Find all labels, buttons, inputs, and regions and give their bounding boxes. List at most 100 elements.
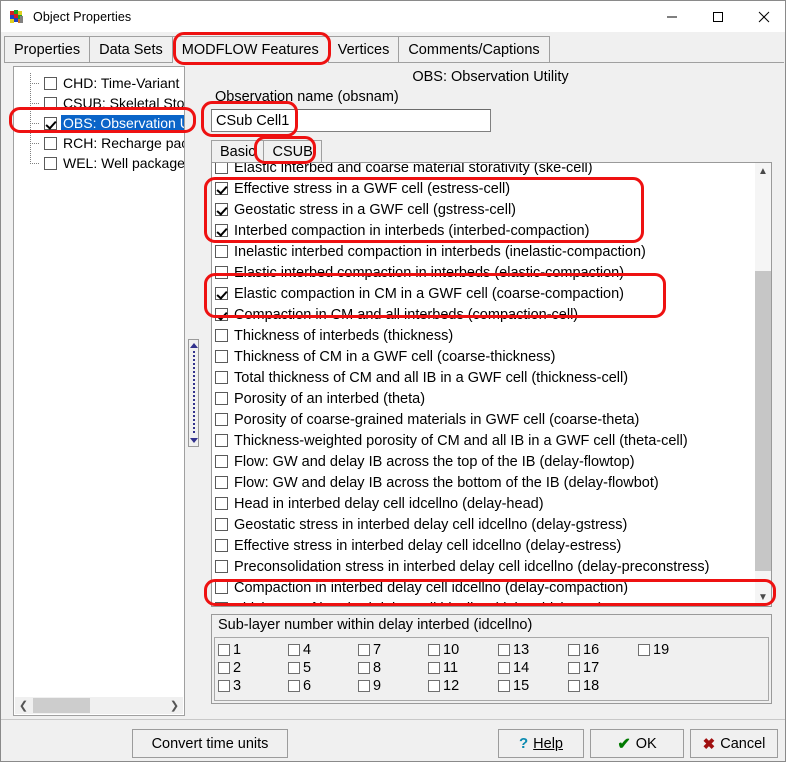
sublayer-checkbox[interactable] (638, 644, 650, 656)
sublayer-checkbox[interactable] (288, 662, 300, 674)
list-item-checkbox[interactable] (215, 413, 228, 426)
sublayer-checkbox[interactable] (288, 644, 300, 656)
minimize-icon[interactable] (649, 1, 695, 32)
sublayer-item[interactable]: 17 (568, 659, 638, 677)
list-item[interactable]: Interbed compaction in interbeds (interb… (212, 220, 755, 241)
sublayer-checkbox[interactable] (358, 644, 370, 656)
list-item-checkbox[interactable] (215, 182, 228, 195)
list-item-checkbox[interactable] (215, 266, 228, 279)
list-item[interactable]: Thickness of interbed delay cell idcelln… (212, 598, 755, 606)
tree-horizontal-scrollbar[interactable]: ❮ ❯ (15, 697, 183, 714)
list-item-checkbox[interactable] (215, 476, 228, 489)
sublayer-checkbox[interactable] (288, 680, 300, 692)
sublayer-checkbox[interactable] (568, 680, 580, 692)
sublayer-checkbox[interactable] (358, 680, 370, 692)
sublayer-checkbox[interactable] (498, 680, 510, 692)
list-item-checkbox[interactable] (215, 581, 228, 594)
list-item-checkbox[interactable] (215, 455, 228, 468)
list-item-checkbox[interactable] (215, 434, 228, 447)
list-item-checkbox[interactable] (215, 203, 228, 216)
list-item[interactable]: Head in interbed delay cell idcellno (de… (212, 493, 755, 514)
sublayer-item[interactable]: 3 (218, 677, 288, 695)
list-item[interactable]: Porosity of an interbed (theta) (212, 388, 755, 409)
tree-checkbox[interactable] (44, 76, 57, 90)
list-item[interactable]: Compaction in CM and all interbeds (comp… (212, 304, 755, 325)
list-item[interactable]: Flow: GW and delay IB across the top of … (212, 451, 755, 472)
tab-csub[interactable]: CSUB (263, 140, 322, 163)
list-vertical-scrollbar[interactable]: ▲ ▼ (755, 163, 771, 606)
help-button[interactable]: ? Help (498, 729, 584, 758)
list-item[interactable]: Thickness-weighted porosity of CM and al… (212, 430, 755, 451)
ok-button[interactable]: ✔ OK (590, 729, 684, 758)
observation-type-list[interactable]: Elastic interbed and coarse material sto… (211, 162, 772, 607)
list-item[interactable]: Elastic compaction in CM in a GWF cell (… (212, 283, 755, 304)
list-item-checkbox[interactable] (215, 392, 228, 405)
list-item[interactable]: Thickness of CM in a GWF cell (coarse-th… (212, 346, 755, 367)
sublayer-item[interactable]: 7 (358, 641, 428, 659)
list-item-checkbox[interactable] (215, 329, 228, 342)
close-icon[interactable] (741, 1, 785, 32)
list-item[interactable]: Compaction in interbed delay cell idcell… (212, 577, 755, 598)
tree-checkbox[interactable] (44, 116, 57, 130)
maximize-icon[interactable] (695, 1, 741, 32)
list-item[interactable]: Total thickness of CM and all IB in a GW… (212, 367, 755, 388)
sublayer-checkbox[interactable] (358, 662, 370, 674)
list-item-checkbox[interactable] (215, 518, 228, 531)
list-item[interactable]: Effective stress in interbed delay cell … (212, 535, 755, 556)
obsnam-input[interactable]: CSub Cell1 (211, 109, 491, 132)
tree-checkbox[interactable] (44, 96, 57, 110)
list-item-checkbox[interactable] (215, 539, 228, 552)
list-item-checkbox[interactable] (215, 224, 228, 237)
tree-item-chd[interactable]: CHD: Time-Variant S (14, 73, 184, 93)
tab-basic[interactable]: Basic (211, 140, 265, 163)
sublayer-item[interactable]: 4 (288, 641, 358, 659)
list-item-checkbox[interactable] (215, 371, 228, 384)
sublayer-checkbox[interactable] (428, 644, 440, 656)
sublayer-checkbox[interactable] (568, 644, 580, 656)
chevron-right-icon[interactable]: ❯ (166, 697, 183, 714)
sublayer-item[interactable]: 11 (428, 659, 498, 677)
list-item[interactable]: Porosity of coarse-grained materials in … (212, 409, 755, 430)
sublayer-item[interactable]: 16 (568, 641, 638, 659)
list-item-checkbox[interactable] (215, 287, 228, 300)
sublayer-checkbox[interactable] (498, 662, 510, 674)
list-item-checkbox[interactable] (215, 350, 228, 363)
sublayer-item[interactable]: 1 (218, 641, 288, 659)
scrollbar-thumb[interactable] (755, 271, 771, 571)
sublayer-item[interactable]: 18 (568, 677, 638, 695)
list-item-checkbox[interactable] (215, 602, 228, 606)
chevron-up-icon[interactable]: ▲ (755, 163, 771, 180)
tab-comments-captions[interactable]: Comments/Captions (398, 36, 550, 63)
chevron-left-icon[interactable]: ❮ (15, 697, 32, 714)
sublayer-checkbox[interactable] (428, 662, 440, 674)
list-item[interactable]: Effective stress in a GWF cell (estress-… (212, 178, 755, 199)
cancel-button[interactable]: ✖ Cancel (690, 729, 778, 758)
list-item-checkbox[interactable] (215, 245, 228, 258)
list-item[interactable]: Preconsolidation stress in interbed dela… (212, 556, 755, 577)
panel-splitter[interactable] (188, 339, 199, 447)
tab-vertices[interactable]: Vertices (327, 36, 400, 63)
list-item[interactable]: Thickness of interbeds (thickness) (212, 325, 755, 346)
sublayer-item[interactable]: 12 (428, 677, 498, 695)
tab-modflow-features[interactable]: MODFLOW Features (171, 36, 329, 63)
sublayer-item[interactable]: 9 (358, 677, 428, 695)
sublayer-item[interactable]: 19 (638, 641, 708, 659)
sublayer-item[interactable]: 15 (498, 677, 568, 695)
tree-item-wel[interactable]: WEL: Well package (14, 153, 184, 173)
chevron-down-icon[interactable]: ▼ (755, 589, 771, 606)
list-item-checkbox[interactable] (215, 308, 228, 321)
list-item[interactable]: Elastic interbed and coarse material sto… (212, 163, 755, 178)
list-item[interactable]: Geostatic stress in interbed delay cell … (212, 514, 755, 535)
sublayer-checkbox[interactable] (428, 680, 440, 692)
tree-item-obs[interactable]: OBS: Observation U (14, 113, 184, 133)
list-item[interactable]: Flow: GW and delay IB across the bottom … (212, 472, 755, 493)
sublayer-item[interactable]: 2 (218, 659, 288, 677)
list-item-checkbox[interactable] (215, 560, 228, 573)
sublayer-item[interactable]: 10 (428, 641, 498, 659)
list-item-checkbox[interactable] (215, 497, 228, 510)
sublayer-checkbox[interactable] (218, 662, 230, 674)
sublayer-item[interactable]: 8 (358, 659, 428, 677)
sublayer-item[interactable]: 14 (498, 659, 568, 677)
sublayer-item[interactable]: 6 (288, 677, 358, 695)
sublayer-item[interactable]: 13 (498, 641, 568, 659)
